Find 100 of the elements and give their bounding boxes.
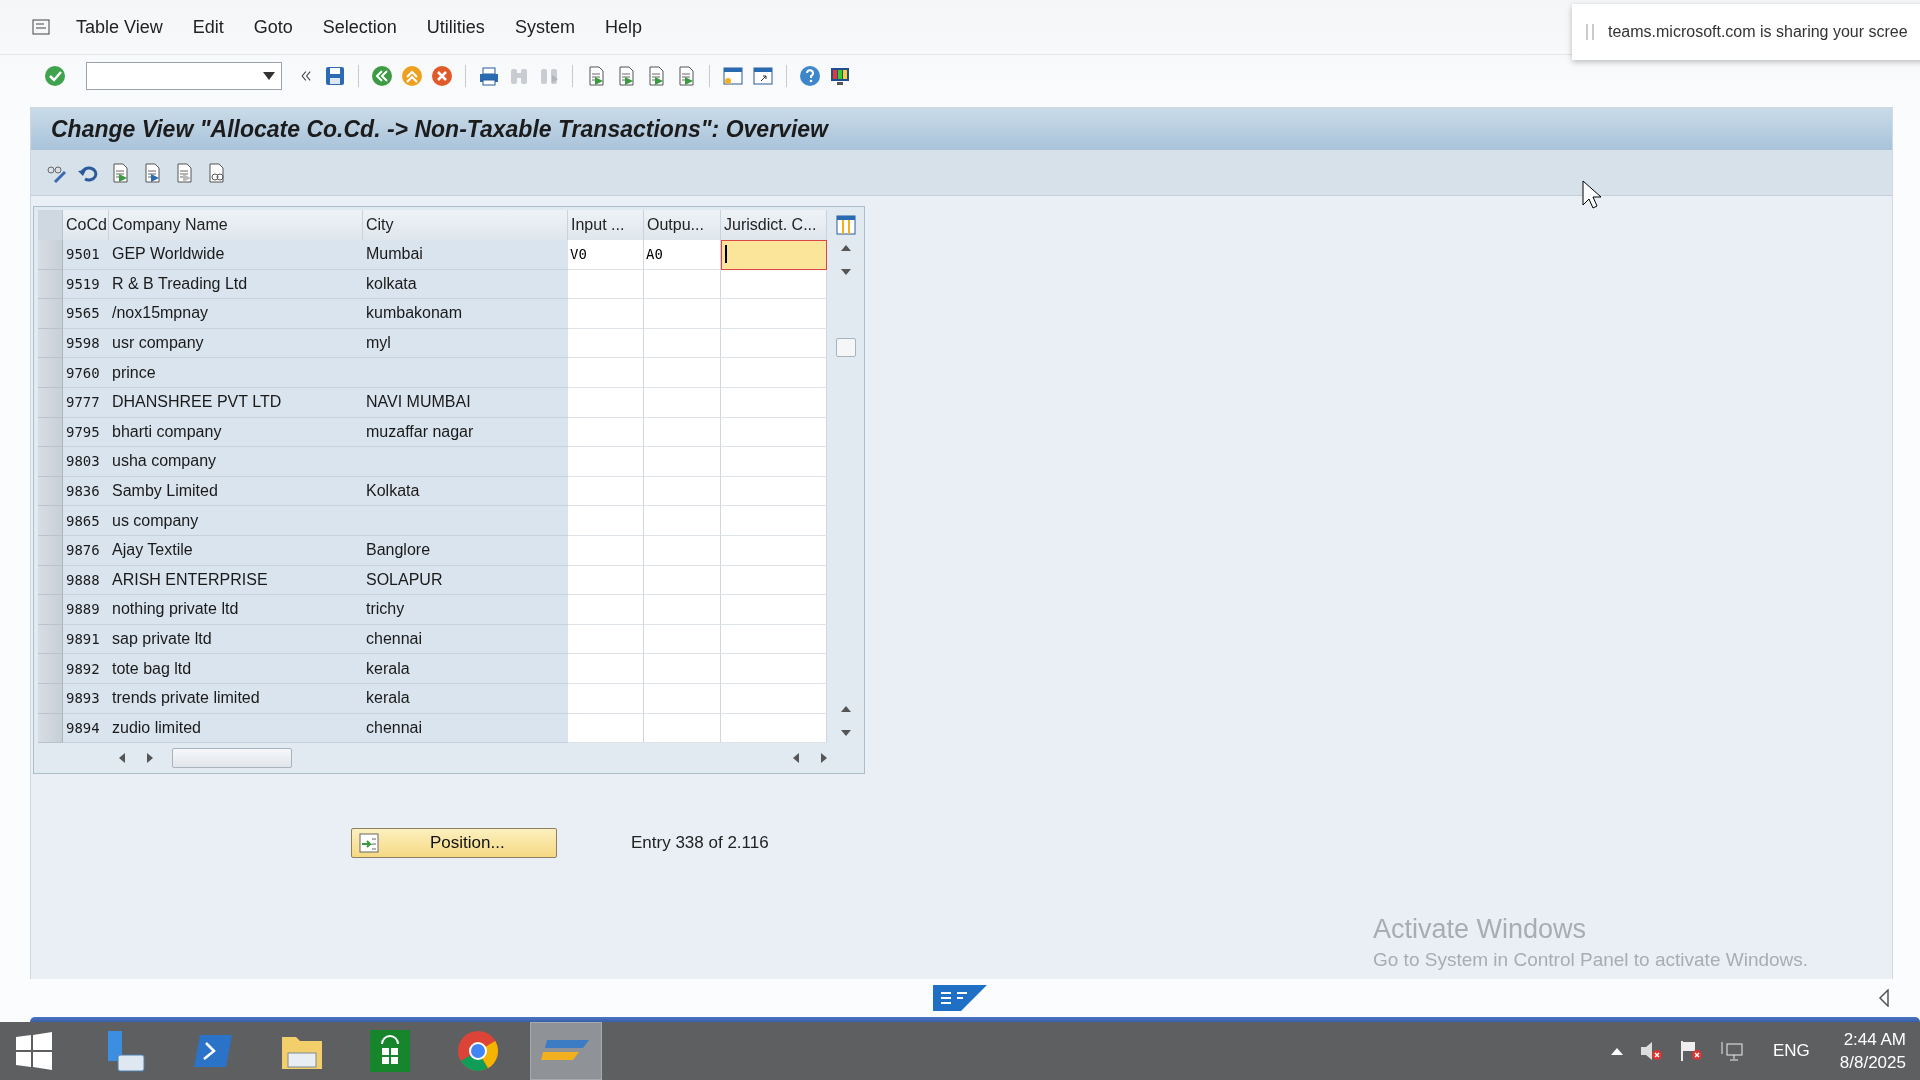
shortcut-icon[interactable]	[752, 65, 774, 87]
speaker-muted-icon[interactable]	[1638, 1040, 1663, 1062]
input-field[interactable]	[568, 269, 644, 300]
input-field[interactable]	[568, 299, 644, 329]
input-field[interactable]	[721, 595, 827, 625]
row-selector[interactable]	[38, 565, 63, 596]
input-field[interactable]	[568, 506, 644, 536]
scrollbar-thumb[interactable]	[835, 338, 856, 357]
menu-item[interactable]: Edit	[192, 16, 224, 38]
exit-icon[interactable]	[401, 65, 423, 87]
column-header[interactable]: CoCd	[63, 210, 109, 240]
column-settings-icon[interactable]	[834, 214, 857, 236]
position-button[interactable]: Position...	[351, 828, 557, 859]
input-field[interactable]	[644, 506, 721, 536]
input-field[interactable]	[721, 299, 827, 329]
input-field[interactable]	[721, 387, 827, 418]
row-selector[interactable]	[38, 535, 63, 566]
input-field[interactable]	[721, 447, 827, 477]
row-selector[interactable]	[38, 387, 63, 418]
row-selector[interactable]	[38, 447, 63, 477]
input-field[interactable]	[644, 358, 721, 388]
input-field[interactable]	[721, 535, 827, 566]
help-icon[interactable]	[799, 65, 821, 87]
input-field[interactable]	[721, 269, 827, 300]
row-selector[interactable]	[38, 269, 63, 300]
row-selector[interactable]	[38, 654, 63, 684]
input-field[interactable]	[721, 358, 827, 388]
input-field[interactable]	[721, 565, 827, 596]
input-field[interactable]	[721, 240, 827, 270]
scrollbar-thumb[interactable]	[172, 748, 292, 769]
input-field[interactable]	[644, 565, 721, 596]
input-field[interactable]	[568, 447, 644, 477]
input-field[interactable]	[568, 654, 644, 684]
input-field[interactable]	[644, 328, 721, 359]
input-field[interactable]	[721, 683, 827, 714]
monitor-icon[interactable]	[829, 65, 851, 87]
menu-item[interactable]: System	[514, 16, 575, 38]
row-selector[interactable]	[38, 506, 63, 536]
flag-icon[interactable]	[1678, 1040, 1703, 1062]
input-field[interactable]	[721, 328, 827, 359]
input-field[interactable]	[568, 476, 644, 507]
input-field[interactable]	[721, 476, 827, 507]
row-selector[interactable]	[38, 595, 63, 625]
column-header[interactable]: Company Name	[109, 210, 363, 240]
clock-time[interactable]: 2:44 AM	[1843, 1029, 1906, 1050]
input-field[interactable]	[644, 447, 721, 477]
input-field[interactable]	[568, 683, 644, 714]
column-header[interactable]: City	[363, 210, 568, 240]
input-field[interactable]	[568, 535, 644, 566]
input-field[interactable]	[644, 654, 721, 684]
menu-item[interactable]: Selection	[322, 16, 397, 38]
input-field[interactable]	[644, 535, 721, 566]
input-field[interactable]	[644, 713, 721, 744]
input-field[interactable]	[644, 624, 721, 655]
column-header[interactable]: Jurisdict. C...	[721, 210, 827, 240]
input-field[interactable]	[568, 624, 644, 655]
menu-item[interactable]: Utilities	[426, 16, 485, 38]
input-field[interactable]	[568, 565, 644, 596]
input-field[interactable]	[568, 713, 644, 744]
row-selector[interactable]	[38, 358, 63, 388]
input-field[interactable]	[721, 654, 827, 684]
input-field[interactable]: V0	[568, 240, 644, 270]
back-icon[interactable]	[371, 65, 393, 87]
dropdown-icon[interactable]	[263, 72, 275, 80]
input-field[interactable]	[721, 624, 827, 655]
select-all-corner[interactable]	[38, 210, 63, 240]
column-header[interactable]: Input ...	[568, 210, 644, 240]
row-selector[interactable]	[38, 328, 63, 359]
row-selector[interactable]	[38, 299, 63, 329]
collapse-arrow-icon[interactable]	[1878, 989, 1890, 1007]
input-field[interactable]	[721, 506, 827, 536]
input-field[interactable]	[644, 299, 721, 329]
row-selector[interactable]	[38, 476, 63, 507]
input-field[interactable]: A0	[644, 240, 721, 270]
input-field[interactable]	[644, 387, 721, 418]
language-indicator[interactable]: ENG	[1772, 1041, 1810, 1061]
new-window-icon[interactable]	[722, 65, 744, 87]
menu-item[interactable]: Goto	[253, 16, 293, 38]
row-selector[interactable]	[38, 683, 63, 714]
input-field[interactable]	[568, 358, 644, 388]
input-field[interactable]	[568, 417, 644, 448]
menu-item[interactable]: Help	[604, 16, 642, 38]
input-field[interactable]	[721, 417, 827, 448]
input-field[interactable]	[644, 595, 721, 625]
network-icon[interactable]	[1718, 1040, 1743, 1062]
command-field[interactable]	[86, 62, 282, 90]
input-field[interactable]	[644, 417, 721, 448]
row-selector[interactable]	[38, 713, 63, 744]
input-field[interactable]	[568, 595, 644, 625]
input-field[interactable]	[721, 713, 827, 744]
tray-arrow-icon[interactable]	[1610, 1047, 1623, 1055]
start-icon[interactable]	[14, 1031, 54, 1071]
print-icon[interactable]	[478, 65, 500, 87]
clock-date[interactable]: 8/8/2025	[1839, 1052, 1906, 1073]
checkmark-icon[interactable]	[44, 65, 66, 87]
row-selector[interactable]	[38, 240, 63, 270]
row-selector[interactable]	[38, 417, 63, 448]
input-field[interactable]	[568, 328, 644, 359]
input-field[interactable]	[644, 269, 721, 300]
save-icon[interactable]	[324, 65, 346, 87]
